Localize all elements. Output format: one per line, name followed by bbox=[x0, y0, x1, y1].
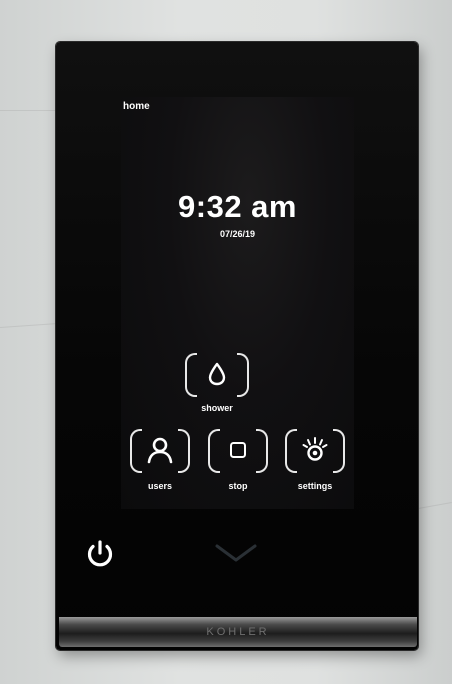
stop-label: stop bbox=[228, 481, 248, 491]
clock-date: 07/26/19 bbox=[219, 229, 256, 239]
photo-background: { "screen": { "title": "home", "time": "… bbox=[0, 0, 452, 684]
user-icon bbox=[130, 429, 190, 471]
water-drop-icon bbox=[185, 353, 249, 395]
chrome-trim: KOHLER bbox=[59, 617, 417, 647]
wall-seam bbox=[418, 502, 452, 509]
wall-seam bbox=[0, 322, 58, 329]
shower-label: shower bbox=[201, 403, 233, 413]
wall-seam bbox=[0, 110, 60, 111]
users-label: users bbox=[147, 481, 173, 491]
settings-button[interactable] bbox=[285, 429, 345, 473]
settings-label: settings bbox=[297, 481, 333, 491]
expand-button[interactable] bbox=[208, 540, 264, 570]
touchscreen: home 9:32 am 07/26/19 shower users stop … bbox=[121, 97, 354, 509]
brand-logo: KOHLER bbox=[206, 626, 270, 638]
stop-icon bbox=[208, 429, 268, 471]
settings-icon bbox=[285, 429, 345, 471]
shower-button[interactable] bbox=[185, 353, 249, 397]
power-icon bbox=[83, 537, 117, 576]
stop-button[interactable] bbox=[208, 429, 268, 473]
screen-title: home bbox=[123, 101, 150, 112]
users-button[interactable] bbox=[130, 429, 190, 473]
power-button[interactable] bbox=[80, 536, 120, 576]
clock-time: 9:32 am bbox=[178, 189, 297, 224]
chevron-down-icon bbox=[213, 541, 259, 570]
